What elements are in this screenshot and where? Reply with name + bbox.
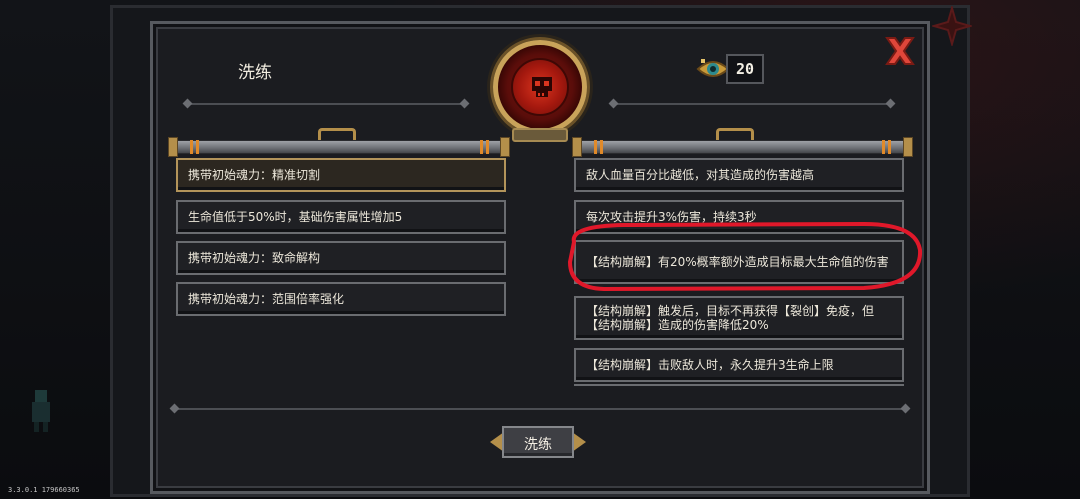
rail-tick bbox=[594, 140, 597, 154]
option-label: 【结构崩解】有20%概率额外造成目标最大生命值的伤害 bbox=[586, 255, 889, 269]
version-label: 3.3.0.1 179660365 bbox=[8, 486, 80, 494]
rail-tick bbox=[196, 140, 199, 154]
current-trait-option[interactable]: 携带初始魂力：范围倍率强化 bbox=[176, 282, 506, 316]
reforge-result-option[interactable]: 【结构崩解】触发后，目标不再获得【裂创】免疫，但【结构崩解】造成的伤害降低20% bbox=[574, 296, 904, 340]
option-label: 每次攻击提升3%伤害，持续3秒 bbox=[586, 210, 757, 224]
option-label: 携带初始魂力：精准切割 bbox=[188, 168, 321, 182]
character-sprite-icon bbox=[32, 390, 50, 432]
arrow-right-icon bbox=[572, 432, 586, 452]
rail-cap-left bbox=[168, 137, 178, 157]
rail-tick bbox=[600, 140, 603, 154]
reforge-result-option[interactable]: 【结构崩解】有20%概率额外造成目标最大生命值的伤害 bbox=[574, 240, 904, 284]
option-label: 携带初始魂力：致命解构 bbox=[188, 251, 321, 265]
rail-tick bbox=[882, 140, 885, 154]
option-label: 【结构崩解】触发后，目标不再获得【裂创】免疫，但【结构崩解】造成的伤害降低20% bbox=[586, 304, 875, 332]
rail-cap-right bbox=[903, 137, 913, 157]
reforge-result-option[interactable]: 每次攻击提升3%伤害，持续3秒 bbox=[574, 200, 904, 234]
reforge-result-option[interactable]: 敌人血量百分比越低，对其造成的伤害越高 bbox=[574, 158, 904, 192]
close-icon[interactable] bbox=[883, 34, 917, 68]
rail-tick bbox=[888, 140, 891, 154]
option-label: 携带初始魂力：范围倍率强化 bbox=[188, 292, 345, 306]
reforge-result-option[interactable]: 【结构崩解】击败敌人时，永久提升3生命上限 bbox=[574, 348, 904, 382]
panel-title: 洗练 bbox=[238, 63, 272, 83]
rail-tick bbox=[190, 140, 193, 154]
current-trait-option[interactable]: 携带初始魂力：精准切割 bbox=[176, 158, 506, 192]
reforge-button[interactable]: 洗练 bbox=[488, 422, 588, 462]
currency-counter: 20 bbox=[696, 52, 766, 86]
soul-emblem bbox=[493, 40, 587, 134]
rail-cap-center-right bbox=[572, 137, 582, 157]
rail-tick bbox=[480, 140, 483, 154]
reforge-button-label: 洗练 bbox=[524, 437, 552, 453]
left-rail bbox=[172, 140, 502, 154]
header-divider-left bbox=[188, 103, 464, 105]
flower-deco-icon bbox=[932, 6, 972, 46]
right-rail bbox=[578, 140, 908, 154]
option-label: 【结构崩解】击败敌人时，永久提升3生命上限 bbox=[586, 358, 834, 372]
skull-icon bbox=[532, 77, 552, 97]
eye-gem-icon bbox=[696, 59, 730, 77]
header-divider-right bbox=[614, 103, 890, 105]
rail-tick bbox=[486, 140, 489, 154]
list-scroll-edge[interactable] bbox=[574, 384, 904, 394]
left-rail-handle bbox=[318, 128, 356, 140]
current-trait-option[interactable]: 携带初始魂力：致命解构 bbox=[176, 241, 506, 275]
option-label: 生命值低于50%时，基础伤害属性增加5 bbox=[188, 210, 403, 224]
right-rail-handle bbox=[716, 128, 754, 140]
rail-cap-center-left bbox=[500, 137, 510, 157]
currency-value: 20 bbox=[735, 60, 755, 78]
footer-divider bbox=[175, 408, 905, 410]
emblem-base bbox=[512, 128, 568, 142]
current-trait-option[interactable]: 生命值低于50%时，基础伤害属性增加5 bbox=[176, 200, 506, 234]
option-label: 敌人血量百分比越低，对其造成的伤害越高 bbox=[586, 168, 815, 182]
